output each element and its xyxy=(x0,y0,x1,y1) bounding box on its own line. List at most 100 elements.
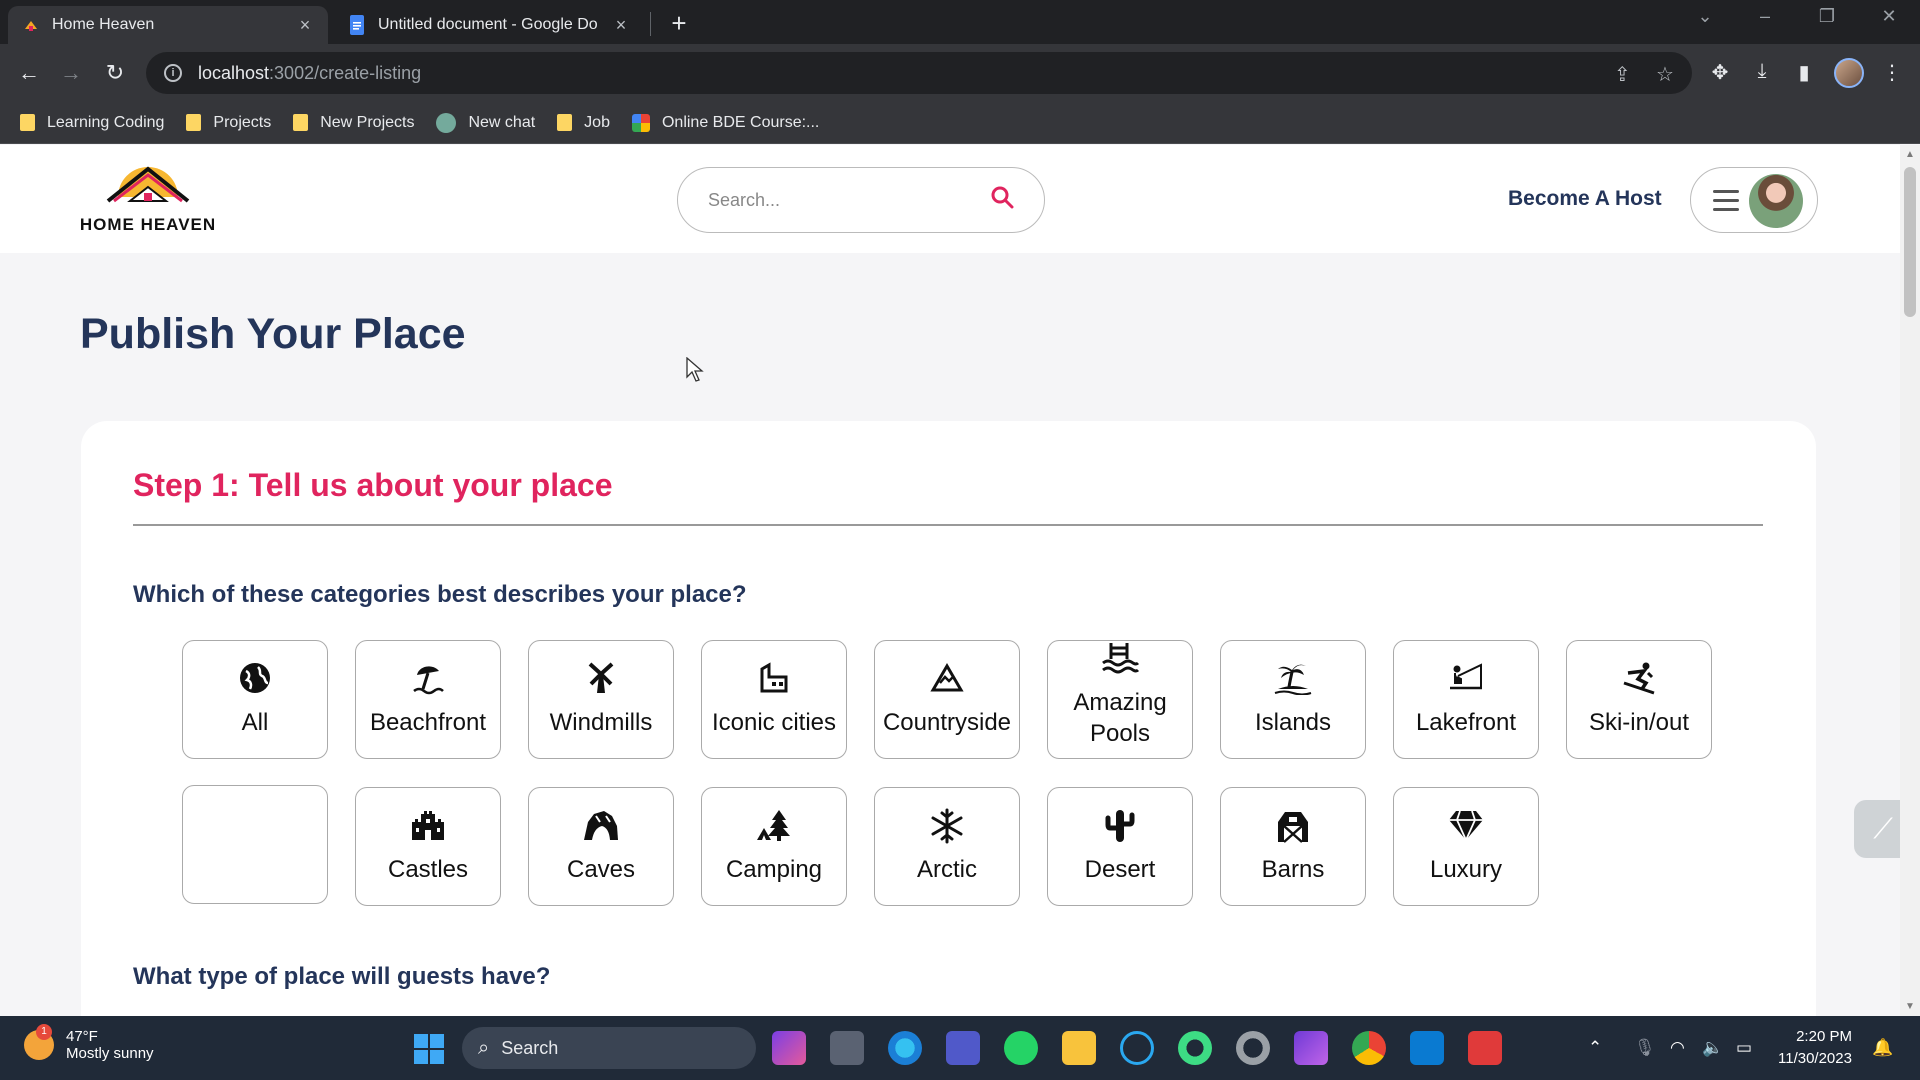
category-label: Arctic xyxy=(917,856,977,883)
category-desert[interactable]: Desert xyxy=(1047,787,1193,906)
scrollbar-thumb[interactable] xyxy=(1904,167,1916,317)
tray-overflow-chevron-icon[interactable]: ⌃ xyxy=(1588,1038,1602,1058)
chrome-menu-icon[interactable]: ⋮ xyxy=(1878,60,1906,85)
teams-icon[interactable] xyxy=(946,1031,980,1065)
windmill-icon xyxy=(584,661,618,701)
city-building-icon xyxy=(757,661,791,701)
wifi-icon[interactable]: ◠ xyxy=(1670,1038,1685,1058)
category-beachfront[interactable]: Beachfront xyxy=(355,640,501,759)
category-arctic[interactable]: Arctic xyxy=(874,787,1020,906)
restore-icon[interactable]: ❐ xyxy=(1812,6,1842,27)
category-label: Iconic cities xyxy=(711,709,837,736)
bookmark-online-bde-course[interactable]: Online BDE Course:... xyxy=(631,113,819,132)
new-tab-icon[interactable]: + xyxy=(666,8,692,39)
category-label: Windmills xyxy=(549,709,653,736)
category-all[interactable]: All xyxy=(182,640,328,759)
reload-icon[interactable]: ↻ xyxy=(100,58,130,88)
task-view-icon[interactable] xyxy=(830,1031,864,1065)
google-docs-icon xyxy=(348,15,366,35)
category-amazing-pools[interactable]: Amazing Pools xyxy=(1047,640,1193,759)
cortana-icon[interactable] xyxy=(1120,1031,1154,1065)
cave-icon xyxy=(582,808,620,848)
minimize-icon[interactable]: – xyxy=(1750,6,1780,27)
category-iconic-cities[interactable]: Iconic cities xyxy=(701,640,847,759)
url-host: localhost xyxy=(198,62,270,83)
tab-title: Untitled document - Google Do xyxy=(378,16,598,33)
bookmark-new-chat[interactable]: New chat xyxy=(436,112,535,133)
tab-close-icon[interactable]: × xyxy=(612,15,630,36)
category-question: Which of these categories best describes… xyxy=(133,581,747,608)
download-icon[interactable]: ⤓ xyxy=(1748,60,1776,83)
page-scrollbar[interactable]: ▲ ▼ xyxy=(1900,145,1920,1016)
site-header: HOME HEAVEN Search... Become A Host xyxy=(0,145,1900,253)
category-ski-in-out[interactable]: Ski-in/out xyxy=(1566,640,1712,759)
microphone-icon[interactable]: 🎙 xyxy=(1634,1038,1656,1058)
system-clock[interactable]: 2:20 PM 11/30/2023 xyxy=(1778,1026,1852,1070)
category-lakefront[interactable]: Lakefront xyxy=(1393,640,1539,759)
battery-icon[interactable]: ▭ xyxy=(1736,1038,1752,1058)
bookmark-projects[interactable]: Projects xyxy=(186,114,271,132)
category-caves[interactable]: Caves xyxy=(528,787,674,906)
step-divider xyxy=(133,524,1763,526)
bookmark-star-icon[interactable]: ☆ xyxy=(1656,62,1674,87)
file-explorer-icon[interactable] xyxy=(1062,1031,1096,1065)
category-luxury[interactable]: Luxury xyxy=(1393,787,1539,906)
search-icon[interactable] xyxy=(990,185,1014,215)
anydesk-icon[interactable] xyxy=(1468,1031,1502,1065)
profile-avatar[interactable] xyxy=(1834,58,1864,88)
search-input[interactable]: Search... xyxy=(708,190,990,211)
become-host-link[interactable]: Become A Host xyxy=(1508,187,1662,211)
clipchamp-icon[interactable] xyxy=(1294,1031,1328,1065)
cactus-icon xyxy=(1103,808,1137,848)
side-panel-icon[interactable]: ▮ xyxy=(1790,60,1818,85)
notification-bell-icon[interactable]: 🔔 xyxy=(1872,1038,1893,1058)
category-windmills[interactable]: Windmills xyxy=(528,640,674,759)
volume-icon[interactable]: 🔈 xyxy=(1702,1038,1723,1058)
category-camping[interactable]: Camping xyxy=(701,787,847,906)
address-bar[interactable]: i localhost:3002/create-listing ⇪ ☆ xyxy=(146,52,1692,94)
recorder-icon[interactable] xyxy=(1178,1031,1212,1065)
site-info-icon[interactable]: i xyxy=(164,64,182,82)
site-logo[interactable]: HOME HEAVEN xyxy=(78,157,218,239)
tab-google-doc[interactable]: Untitled document - Google Do × xyxy=(334,6,644,44)
mountain-icon xyxy=(930,661,964,701)
floating-assistant-button[interactable]: ⟋ xyxy=(1854,800,1900,858)
edge-browser-icon[interactable] xyxy=(888,1031,922,1065)
whatsapp-icon[interactable] xyxy=(1004,1031,1038,1065)
category-castles[interactable]: Castles xyxy=(355,787,501,906)
bookmark-learning-coding[interactable]: Learning Coding xyxy=(20,114,164,132)
category-countryside[interactable]: Countryside xyxy=(874,640,1020,759)
scroll-down-icon[interactable]: ▼ xyxy=(1905,1001,1915,1012)
taskbar-search[interactable]: ⌕ Search xyxy=(462,1027,756,1069)
tab-search-chevron-icon[interactable]: ⌄ xyxy=(1690,6,1720,27)
category-barns[interactable]: Barns xyxy=(1220,787,1366,906)
category-islands[interactable]: Islands xyxy=(1220,640,1366,759)
user-menu-button[interactable] xyxy=(1690,167,1818,233)
bookmarks-bar: Learning Coding Projects New Projects Ne… xyxy=(0,102,1920,144)
chatgpt-icon xyxy=(436,112,457,133)
google-icon xyxy=(631,113,650,132)
close-window-icon[interactable]: ✕ xyxy=(1874,6,1904,27)
notification-badge: 1 xyxy=(36,1024,52,1040)
bookmark-job[interactable]: Job xyxy=(557,114,610,132)
chrome-icon[interactable] xyxy=(1352,1031,1386,1065)
obs-studio-icon[interactable] xyxy=(1236,1031,1270,1065)
page-content: HOME HEAVEN Search... Become A Host Publ… xyxy=(0,145,1900,1016)
globe-icon xyxy=(238,661,272,701)
folder-icon xyxy=(20,114,35,131)
scroll-up-icon[interactable]: ▲ xyxy=(1905,149,1915,160)
back-arrow-icon[interactable]: ← xyxy=(14,58,44,88)
vscode-icon[interactable] xyxy=(1410,1031,1444,1065)
weather-widget[interactable]: 1 47°F Mostly sunny xyxy=(24,1024,154,1062)
category-all[interactable] xyxy=(182,785,328,904)
extensions-puzzle-icon[interactable]: ✥ xyxy=(1706,60,1734,85)
windows-start-icon[interactable] xyxy=(414,1034,444,1064)
tab-close-icon[interactable]: × xyxy=(296,15,314,36)
copilot-pre-icon[interactable] xyxy=(772,1031,806,1065)
search-bar[interactable]: Search... xyxy=(677,167,1045,233)
share-icon[interactable]: ⇪ xyxy=(1614,62,1631,87)
bookmark-new-projects[interactable]: New Projects xyxy=(293,114,414,132)
forward-arrow-icon[interactable]: → xyxy=(56,58,86,88)
beach-umbrella-icon xyxy=(411,661,445,701)
tab-home-heaven[interactable]: Home Heaven × xyxy=(8,6,328,44)
